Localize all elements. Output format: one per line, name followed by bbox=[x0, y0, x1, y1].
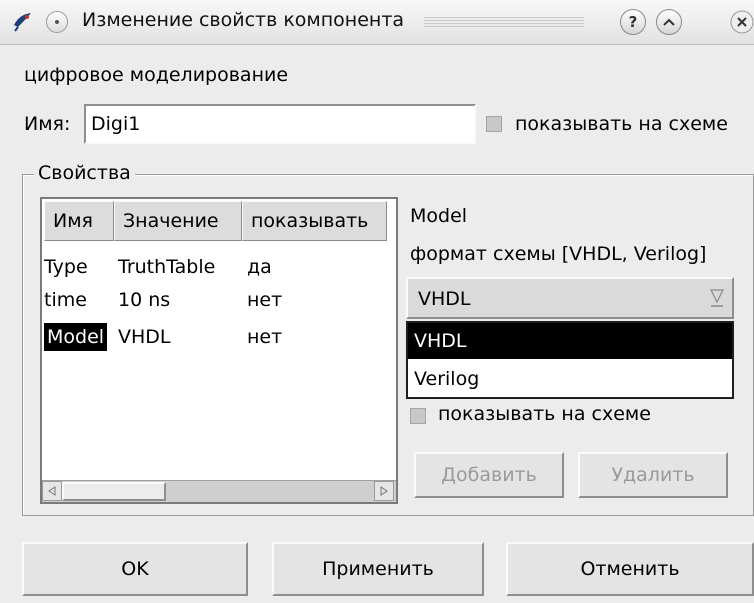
value-select[interactable]: VHDL bbox=[406, 277, 734, 319]
title-bar[interactable]: Изменение свойств компонента ? bbox=[0, 0, 754, 45]
column-header-name[interactable]: Имя bbox=[44, 201, 114, 241]
app-logo-icon[interactable] bbox=[12, 10, 34, 32]
row-show: нет bbox=[247, 326, 283, 348]
column-header-show[interactable]: показывать bbox=[242, 201, 387, 241]
name-input-value: Digi1 bbox=[91, 113, 141, 135]
ok-button[interactable]: OK bbox=[22, 542, 248, 596]
row-show: да bbox=[247, 256, 272, 278]
row-show: нет bbox=[247, 289, 283, 311]
show-name-label: показывать на схеме bbox=[515, 113, 728, 135]
chevron-up-icon bbox=[663, 18, 675, 26]
column-header-value[interactable]: Значение bbox=[114, 201, 242, 241]
table-row[interactable]: time 10 ns нет bbox=[42, 286, 396, 314]
property-name-label: Model bbox=[410, 205, 468, 227]
name-input[interactable]: Digi1 bbox=[84, 104, 476, 144]
value-select-current: VHDL bbox=[418, 288, 471, 310]
dot-icon bbox=[55, 20, 59, 24]
title-grip-lines bbox=[424, 17, 584, 28]
properties-table[interactable]: Имя Значение показывать Type TruthTable … bbox=[40, 197, 398, 504]
dropdown-option-verilog[interactable]: Verilog bbox=[408, 361, 732, 397]
show-property-checkbox[interactable] bbox=[410, 408, 426, 424]
apply-button[interactable]: Применить bbox=[272, 542, 484, 596]
properties-group-title: Свойства bbox=[34, 162, 135, 184]
remove-button[interactable]: Удалить bbox=[578, 452, 728, 498]
row-value: TruthTable bbox=[118, 256, 216, 278]
chevron-down-icon bbox=[708, 287, 726, 309]
component-type-label: цифровое моделирование bbox=[24, 64, 289, 86]
window-title: Изменение свойств компонента bbox=[82, 9, 405, 31]
row-value: VHDL bbox=[118, 326, 171, 348]
table-row[interactable]: Type TruthTable да bbox=[42, 253, 396, 281]
add-button[interactable]: Добавить bbox=[414, 452, 564, 498]
row-name: Model bbox=[44, 323, 108, 351]
row-value: 10 ns bbox=[118, 289, 171, 311]
close-button[interactable] bbox=[730, 10, 754, 34]
scroll-right-button[interactable] bbox=[374, 481, 394, 501]
cancel-button[interactable]: Отменить bbox=[506, 542, 754, 596]
arrow-right-icon bbox=[380, 486, 388, 496]
scroll-thumb[interactable] bbox=[62, 482, 166, 501]
dropdown-option-vhdl[interactable]: VHDL bbox=[408, 323, 732, 359]
horizontal-scrollbar[interactable] bbox=[42, 480, 396, 502]
arrow-left-icon bbox=[48, 486, 56, 496]
row-name: time bbox=[44, 289, 87, 311]
row-name: Type bbox=[44, 256, 88, 278]
value-dropdown-list[interactable]: VHDL Verilog bbox=[406, 321, 734, 399]
close-icon bbox=[730, 10, 754, 34]
scroll-left-button[interactable] bbox=[42, 481, 62, 501]
shade-button[interactable] bbox=[656, 9, 682, 35]
help-button[interactable]: ? bbox=[620, 9, 646, 35]
show-name-checkbox[interactable] bbox=[486, 116, 502, 132]
help-icon: ? bbox=[628, 13, 638, 31]
window-menu-button[interactable] bbox=[46, 11, 68, 33]
show-property-label: показывать на схеме bbox=[438, 403, 651, 425]
table-row-selected[interactable]: Model VHDL нет bbox=[42, 323, 396, 351]
property-description: формат схемы [VHDL, Verilog] bbox=[410, 243, 707, 265]
name-label: Имя: bbox=[24, 113, 71, 135]
